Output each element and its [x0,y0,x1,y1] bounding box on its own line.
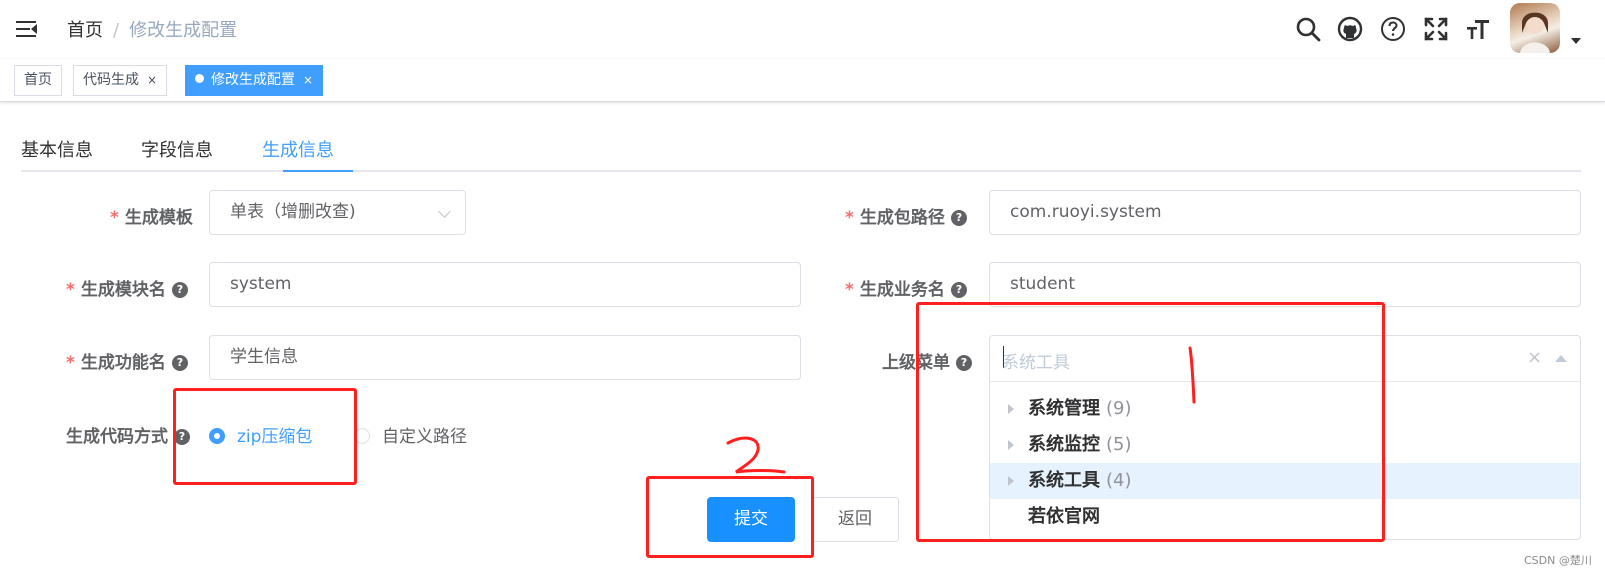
watermark: CSDN @楚川 [1524,554,1592,567]
annotation-strokes [726,346,1196,474]
